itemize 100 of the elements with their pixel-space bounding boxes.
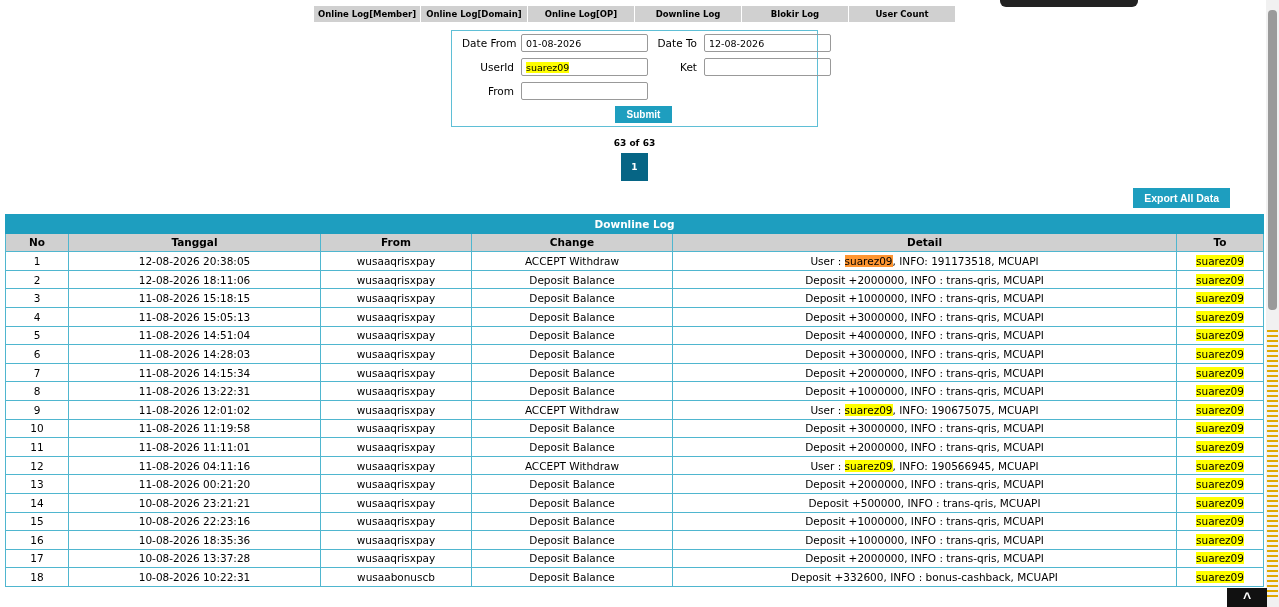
page-button[interactable]: 1 — [621, 153, 648, 181]
table-cell: suarez09 — [1176, 326, 1264, 345]
table-title: Downline Log — [5, 214, 1264, 234]
table-cell: Deposit +2000000, INFO : trans-qris, MCUAPI — [672, 437, 1177, 457]
table-cell: Deposit Balance — [471, 437, 673, 457]
table-cell: Deposit +3000000, INFO : trans-qris, MCUAPI — [672, 307, 1177, 327]
table-cell: Deposit +4000000, INFO : trans-qris, MCUAPI — [672, 326, 1177, 345]
tab[interactable]: Online Log[OP] — [528, 6, 634, 22]
table-cell: suarez09 — [1176, 288, 1264, 308]
table-cell: suarez09 — [1176, 456, 1264, 475]
table-cell: wusaaqrisxpay — [320, 251, 472, 271]
table-cell: Deposit Balance — [471, 474, 673, 494]
table-cell: 8 — [5, 381, 69, 401]
input-field[interactable]: 12-08-2026 — [704, 34, 831, 52]
table-cell: 18 — [5, 567, 69, 587]
table-cell: Deposit Balance — [471, 530, 673, 550]
table-cell: 11-08-2026 14:28:03 — [68, 344, 321, 364]
back-to-top-button[interactable]: ^ — [1227, 588, 1267, 607]
input-field[interactable] — [704, 58, 831, 76]
table-cell: 10-08-2026 13:37:28 — [68, 549, 321, 568]
tab[interactable]: Online Log[Domain] — [421, 6, 527, 22]
table-cell: Deposit +2000000, INFO : trans-qris, MCUAPI — [672, 270, 1177, 289]
table-cell: 15 — [5, 512, 69, 531]
table-cell: 11-08-2026 04:11:16 — [68, 456, 321, 475]
table-cell: wusaaqrisxpay — [320, 270, 472, 289]
table-cell: Deposit Balance — [471, 493, 673, 512]
table-cell: wusaaqrisxpay — [320, 344, 472, 364]
table-cell: Deposit Balance — [471, 549, 673, 568]
table-cell: wusaaqrisxpay — [320, 474, 472, 494]
table-cell: 10-08-2026 18:35:36 — [68, 530, 321, 550]
table-cell: 13 — [5, 474, 69, 494]
table-cell: 11-08-2026 11:11:01 — [68, 437, 321, 457]
table-cell: 9 — [5, 400, 69, 420]
tab[interactable]: User Count — [849, 6, 955, 22]
table-cell: 11-08-2026 00:21:20 — [68, 474, 321, 494]
table-cell: wusaaqrisxpay — [320, 419, 472, 438]
table-cell: suarez09 — [1176, 512, 1264, 531]
table-cell: 7 — [5, 363, 69, 382]
table-cell: Deposit +3000000, INFO : trans-qris, MCUAPI — [672, 344, 1177, 364]
table-cell: 11-08-2026 14:51:04 — [68, 326, 321, 345]
table-cell: wusaaqrisxpay — [320, 493, 472, 512]
table-cell: Deposit +3000000, INFO : trans-qris, MCUAPI — [672, 419, 1177, 438]
table-cell: Deposit Balance — [471, 419, 673, 438]
table-cell: suarez09 — [1176, 419, 1264, 438]
table-cell: 3 — [5, 288, 69, 308]
table-cell: wusaaqrisxpay — [320, 456, 472, 475]
table-cell: wusaaqrisxpay — [320, 288, 472, 308]
table-cell: Deposit Balance — [471, 288, 673, 308]
table-cell: Deposit Balance — [471, 567, 673, 587]
table-cell: 6 — [5, 344, 69, 364]
tab[interactable]: Downline Log — [635, 6, 741, 22]
table-cell: suarez09 — [1176, 251, 1264, 271]
table-cell: suarez09 — [1176, 363, 1264, 382]
input-field[interactable] — [521, 82, 648, 100]
table-cell: Deposit +1000000, INFO : trans-qris, MCUAPI — [672, 512, 1177, 531]
table-cell: wusaaqrisxpay — [320, 530, 472, 550]
table-cell: suarez09 — [1176, 530, 1264, 550]
table-cell: 12-08-2026 20:38:05 — [68, 251, 321, 271]
table-cell: 11-08-2026 15:05:13 — [68, 307, 321, 327]
table-cell: wusaabonuscb — [320, 567, 472, 587]
tab[interactable]: Blokir Log — [742, 6, 848, 22]
table-cell: Deposit Balance — [471, 381, 673, 401]
table-cell: 10-08-2026 10:22:31 — [68, 567, 321, 587]
table-cell: suarez09 — [1176, 400, 1264, 420]
table-cell: 11-08-2026 14:15:34 — [68, 363, 321, 382]
table-cell: wusaaqrisxpay — [320, 437, 472, 457]
table-cell: Deposit +332600, INFO : bonus-cashback, MCUAPI — [672, 567, 1177, 587]
tab[interactable]: Online Log[Member] — [314, 6, 420, 22]
table-cell: User : suarez09, INFO: 191173518, MCUAPI — [672, 251, 1177, 271]
table-cell: Deposit +500000, INFO : trans-qris, MCUAPI — [672, 493, 1177, 512]
table-cell: 10 — [5, 419, 69, 438]
table-cell: Deposit Balance — [471, 270, 673, 289]
table-cell: 2 — [5, 270, 69, 289]
table-cell: Deposit +2000000, INFO : trans-qris, MCUAPI — [672, 549, 1177, 568]
table-cell: Deposit +2000000, INFO : trans-qris, MCUAPI — [672, 474, 1177, 494]
table-cell: wusaaqrisxpay — [320, 363, 472, 382]
table-cell: wusaaqrisxpay — [320, 512, 472, 531]
table-cell: suarez09 — [1176, 567, 1264, 587]
table-cell: Deposit Balance — [471, 512, 673, 531]
table-cell: wusaaqrisxpay — [320, 381, 472, 401]
table-cell: ACCEPT Withdraw — [471, 400, 673, 420]
table-cell: wusaaqrisxpay — [320, 549, 472, 568]
table-cell: wusaaqrisxpay — [320, 307, 472, 327]
input-field[interactable]: 01-08-2026 — [521, 34, 648, 52]
table-cell: suarez09 — [1176, 270, 1264, 289]
table-cell: 11 — [5, 437, 69, 457]
table-cell: 10-08-2026 22:23:16 — [68, 512, 321, 531]
table-cell: Deposit Balance — [471, 307, 673, 327]
table-cell: 16 — [5, 530, 69, 550]
table-cell: 11-08-2026 11:19:58 — [68, 419, 321, 438]
table-cell: 12-08-2026 18:11:06 — [68, 270, 321, 289]
table-cell: Deposit +1000000, INFO : trans-qris, MCUAPI — [672, 530, 1177, 550]
table-cell: suarez09 — [1176, 381, 1264, 401]
table-cell: wusaaqrisxpay — [320, 400, 472, 420]
table-cell: ACCEPT Withdraw — [471, 251, 673, 271]
field-label: From — [487, 85, 514, 97]
result-count: 63 of 63 — [613, 138, 656, 148]
input-field[interactable]: suarez09 — [521, 58, 648, 76]
table-cell: suarez09 — [1176, 437, 1264, 457]
table-cell: suarez09 — [1176, 344, 1264, 364]
